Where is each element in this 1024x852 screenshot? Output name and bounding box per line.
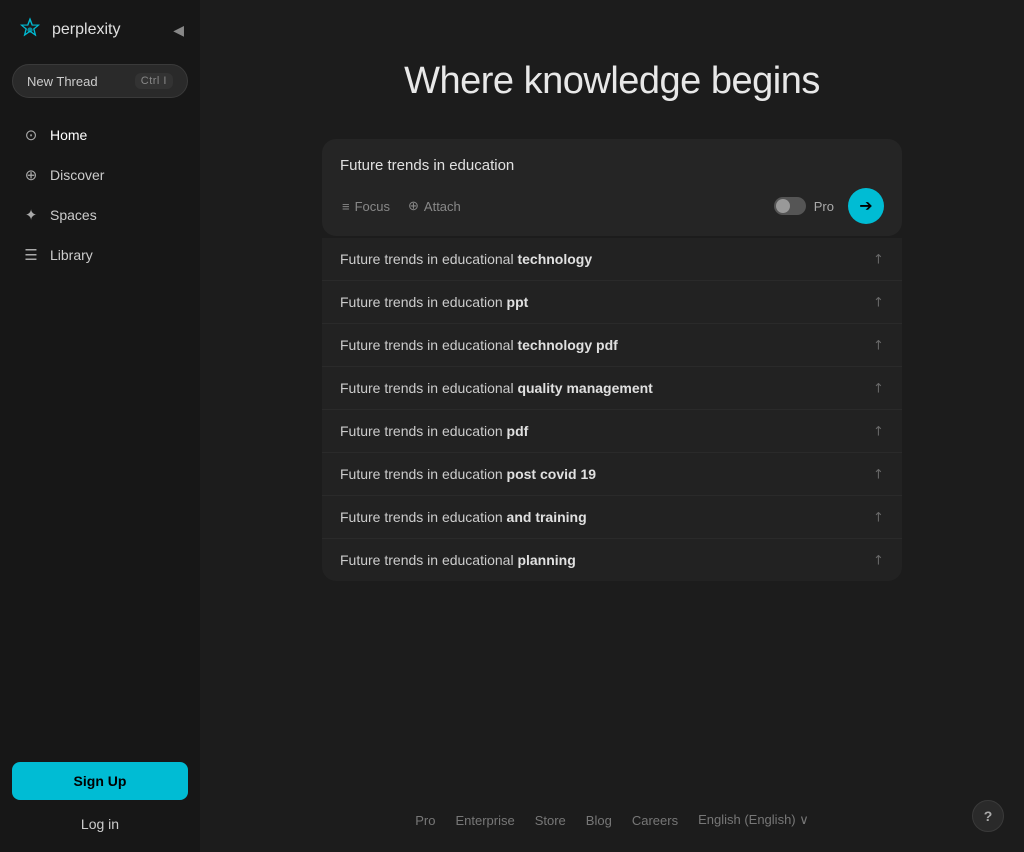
suggestion-item[interactable]: Future trends in education pdf ↗ [322, 410, 902, 453]
perplexity-logo-icon [16, 16, 44, 44]
sidebar-item-label: Library [50, 247, 93, 263]
suggestion-text: Future trends in education and training [340, 509, 587, 525]
suggestion-arrow-icon: ↗ [869, 507, 888, 526]
login-button[interactable]: Log in [12, 808, 188, 840]
suggestion-text: Future trends in educational technology [340, 251, 592, 267]
logo-area: perplexity [16, 16, 120, 44]
suggestion-arrow-icon: ↗ [869, 249, 888, 268]
search-input-row [340, 157, 884, 174]
focus-label: Focus [355, 199, 390, 214]
pro-toggle-switch[interactable] [774, 197, 806, 215]
library-icon: ☰ [22, 246, 40, 264]
sidebar-item-label: Home [50, 127, 87, 143]
sidebar-item-home[interactable]: ⊙ Home [6, 116, 194, 154]
footer-link-pro[interactable]: Pro [415, 813, 435, 828]
collapse-sidebar-button[interactable]: ◀ [169, 18, 188, 43]
page-title: Where knowledge begins [404, 60, 820, 103]
filter-icon: ≡ [342, 199, 350, 214]
home-icon: ⊙ [22, 126, 40, 144]
suggestion-item[interactable]: Future trends in education ppt ↗ [322, 281, 902, 324]
footer-link-blog[interactable]: Blog [586, 813, 612, 828]
sidebar-item-discover[interactable]: ⊕ Discover [6, 156, 194, 194]
suggestion-item[interactable]: Future trends in educational technology … [322, 324, 902, 367]
suggestion-arrow-icon: ↗ [869, 550, 888, 569]
suggestion-item[interactable]: Future trends in education post covid 19… [322, 453, 902, 496]
arrow-right-icon: ➔ [859, 196, 872, 216]
suggestions-dropdown: Future trends in educational technology … [322, 238, 902, 581]
new-thread-shortcut: Ctrl I [135, 73, 173, 89]
attach-label: Attach [424, 199, 461, 214]
suggestion-text: Future trends in education post covid 19 [340, 466, 596, 482]
suggestion-arrow-icon: ↗ [869, 335, 888, 354]
spaces-icon: ✦ [22, 206, 40, 224]
sidebar-item-spaces[interactable]: ✦ Spaces [6, 196, 194, 234]
suggestion-arrow-icon: ↗ [869, 378, 888, 397]
suggestion-text: Future trends in education pdf [340, 423, 528, 439]
suggestion-text: Future trends in educational quality man… [340, 380, 653, 396]
footer: Pro Enterprise Store Blog Careers Englis… [415, 812, 809, 828]
toggle-knob [776, 199, 790, 213]
search-input[interactable] [340, 157, 884, 174]
suggestion-text: Future trends in educational planning [340, 552, 576, 568]
new-thread-label: New Thread [27, 74, 98, 89]
suggestion-item[interactable]: Future trends in education and training … [322, 496, 902, 539]
suggestion-arrow-icon: ↗ [869, 292, 888, 311]
suggestion-item[interactable]: Future trends in educational quality man… [322, 367, 902, 410]
sidebar-bottom: Sign Up Log in [0, 750, 200, 852]
new-thread-button[interactable]: New Thread Ctrl I [12, 64, 188, 98]
footer-link-store[interactable]: Store [535, 813, 566, 828]
sidebar-nav: ⊙ Home ⊕ Discover ✦ Spaces ☰ Library [0, 114, 200, 750]
footer-link-enterprise[interactable]: Enterprise [455, 813, 514, 828]
suggestion-arrow-icon: ↗ [869, 464, 888, 483]
submit-search-button[interactable]: ➔ [848, 188, 884, 224]
search-container: ≡ Focus ⊕ Attach Pro ➔ [322, 139, 902, 236]
main-content: Where knowledge begins ≡ Focus ⊕ Attach … [200, 0, 1024, 852]
suggestion-text: Future trends in education ppt [340, 294, 528, 310]
pro-toggle: Pro [774, 197, 834, 215]
pro-label: Pro [814, 199, 834, 214]
attach-button[interactable]: ⊕ Attach [406, 194, 463, 218]
help-button[interactable]: ? [972, 800, 1004, 832]
footer-link-careers[interactable]: Careers [632, 813, 678, 828]
help-icon: ? [984, 808, 993, 824]
sidebar-item-library[interactable]: ☰ Library [6, 236, 194, 274]
footer-link-language[interactable]: English (English) ∨ [698, 812, 809, 828]
app-name: perplexity [52, 21, 120, 39]
search-actions: ≡ Focus ⊕ Attach Pro ➔ [340, 188, 884, 224]
sidebar-item-label: Discover [50, 167, 104, 183]
signup-button[interactable]: Sign Up [12, 762, 188, 800]
suggestion-arrow-icon: ↗ [869, 421, 888, 440]
collapse-icon: ◀ [173, 22, 184, 39]
sidebar: perplexity ◀ New Thread Ctrl I ⊙ Home ⊕ … [0, 0, 200, 852]
attach-icon: ⊕ [408, 198, 419, 214]
suggestion-text: Future trends in educational technology … [340, 337, 618, 353]
focus-button[interactable]: ≡ Focus [340, 195, 392, 218]
discover-icon: ⊕ [22, 166, 40, 184]
sidebar-item-label: Spaces [50, 207, 97, 223]
sidebar-header: perplexity ◀ [0, 0, 200, 56]
suggestion-item[interactable]: Future trends in educational planning ↗ [322, 539, 902, 581]
suggestion-item[interactable]: Future trends in educational technology … [322, 238, 902, 281]
